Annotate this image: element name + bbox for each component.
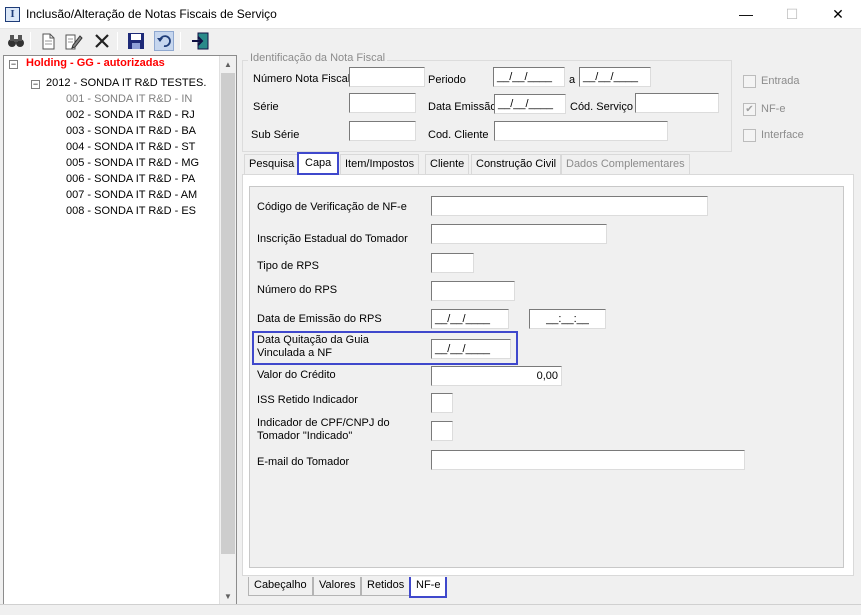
interface-label: Interface [761, 129, 804, 141]
tree-scrollbar[interactable]: ▲ ▼ [219, 56, 236, 605]
toolbar-separator [117, 32, 118, 50]
toolbar-separator [180, 32, 181, 50]
edit-icon[interactable] [63, 31, 83, 51]
tree-company[interactable]: 2012 - SONDA IT R&D TESTES. [46, 77, 206, 89]
bottom-tab-retidos[interactable]: Retidos [361, 577, 411, 596]
codigo-verificacao-input[interactable] [431, 196, 708, 216]
sub-serie-input[interactable] [349, 121, 416, 141]
tree-branch[interactable]: 003 - SONDA IT R&D - BA [66, 125, 196, 137]
sub-serie-label: Sub Série [251, 129, 300, 141]
tree-root[interactable]: Holding - GG - autorizadas [26, 57, 165, 69]
interface-checkbox[interactable] [743, 129, 756, 142]
codigo-verificacao-label: Código de Verificação de NF-e [257, 201, 407, 213]
cod-servico-label: Cód. Serviço [570, 101, 633, 113]
tab-dados-complementares[interactable]: Dados Complementares [561, 154, 690, 174]
cod-cliente-label: Cod. Cliente [428, 129, 489, 141]
data-emissao-rps-input[interactable]: __/__/____ [431, 309, 509, 329]
cod-servico-input[interactable] [635, 93, 719, 113]
scroll-up-icon[interactable]: ▲ [220, 56, 236, 73]
collapse-icon[interactable]: − [9, 60, 18, 69]
numero-nf-input[interactable] [349, 67, 425, 87]
indicador-cpf-input[interactable] [431, 421, 453, 441]
indicador-cpf-label-line2: Tomador "Indicado" [257, 430, 353, 442]
toolbar-separator [30, 32, 31, 50]
inscricao-estadual-input[interactable] [431, 224, 607, 244]
tree-branch-selected[interactable]: 001 - SONDA IT R&D - IN [66, 93, 192, 105]
data-emissao-label: Data Emissão [428, 101, 497, 113]
entrada-label: Entrada [761, 75, 800, 87]
tab-item-impostos[interactable]: Item/Impostos [340, 154, 420, 174]
cod-cliente-input[interactable] [494, 121, 668, 141]
title-bar: I Inclusão/Alteração de Notas Fiscais de… [0, 0, 861, 29]
tree-branch[interactable]: 007 - SONDA IT R&D - AM [66, 189, 197, 201]
numero-rps-label: Número do RPS [257, 284, 338, 296]
status-bar [0, 604, 861, 615]
iss-retido-input[interactable] [431, 393, 453, 413]
periodo-de-input[interactable]: __/__/____ [493, 67, 565, 87]
serie-input[interactable] [349, 93, 416, 113]
scroll-down-icon[interactable]: ▼ [220, 588, 236, 605]
close-button[interactable]: ✕ [815, 0, 861, 29]
tree-branch[interactable]: 008 - SONDA IT R&D - ES [66, 205, 196, 217]
groupbox-title: Identificação da Nota Fiscal [248, 52, 388, 64]
data-quitacao-label-line2: Vinculada a NF [257, 347, 333, 359]
tab-construcao-civil[interactable]: Construção Civil [471, 154, 562, 174]
data-quitacao-label-line1: Data Quitação da Guia [257, 334, 369, 346]
numero-nf-label: Número Nota Fiscal [253, 73, 351, 85]
data-emissao-rps-label: Data de Emissão do RPS [257, 313, 382, 325]
iss-retido-label: ISS Retido Indicador [257, 394, 358, 406]
tipo-rps-label: Tipo de RPS [257, 260, 319, 272]
email-tomador-label: E-mail do Tomador [257, 456, 350, 468]
periodo-ate-input[interactable]: __/__/____ [579, 67, 651, 87]
periodo-label: Periodo [428, 74, 466, 86]
collapse-icon[interactable]: − [31, 80, 40, 89]
inscricao-estadual-label: Inscrição Estadual do Tomador [257, 233, 408, 245]
serie-label: Série [253, 101, 279, 113]
numero-rps-input[interactable] [431, 281, 515, 301]
save-icon[interactable] [126, 31, 146, 51]
valor-credito-input[interactable]: 0,00 [431, 366, 562, 386]
window-title: Inclusão/Alteração de Notas Fiscais de S… [26, 7, 277, 21]
undo-icon[interactable] [154, 31, 174, 51]
valor-credito-label: Valor do Crédito [257, 369, 336, 381]
nfe-checkbox[interactable]: ✔ [743, 103, 756, 116]
tree-branch[interactable]: 004 - SONDA IT R&D - ST [66, 141, 195, 153]
nfe-label: NF-e [761, 103, 786, 115]
tab-pesquisa[interactable]: Pesquisa [244, 154, 300, 174]
hora-emissao-rps-input[interactable]: __:__:__ [529, 309, 606, 329]
tree-branch[interactable]: 006 - SONDA IT R&D - PA [66, 173, 195, 185]
maximize-button: ☐ [785, 6, 799, 22]
tree-branch[interactable]: 005 - SONDA IT R&D - MG [66, 157, 199, 169]
data-quitacao-input[interactable]: __/__/____ [431, 339, 511, 359]
bottom-tab-valores[interactable]: Valores [313, 577, 362, 596]
email-tomador-input[interactable] [431, 450, 745, 470]
periodo-a-label: a [569, 74, 576, 86]
new-document-icon[interactable] [38, 31, 58, 51]
toolbar [0, 29, 861, 53]
scroll-thumb[interactable] [221, 73, 235, 554]
tab-capa[interactable]: Capa [297, 152, 340, 175]
minimize-button[interactable]: — [723, 0, 769, 29]
data-quitacao-label: Data Quitação da Guia Vinculada a NF [257, 334, 369, 360]
tipo-rps-input[interactable] [431, 253, 474, 273]
bottom-tab-nfe[interactable]: NF-e [409, 577, 448, 598]
entrada-checkbox[interactable] [743, 75, 756, 88]
tree-branch[interactable]: 002 - SONDA IT R&D - RJ [66, 109, 195, 121]
indicador-cpf-label: Indicador de CPF/CNPJ do Tomador "Indica… [257, 417, 390, 443]
tab-cliente[interactable]: Cliente [425, 154, 470, 174]
indicador-cpf-label-line1: Indicador de CPF/CNPJ do [257, 417, 390, 429]
app-icon: I [5, 7, 20, 22]
exit-icon[interactable] [190, 31, 210, 51]
bottom-tab-cabecalho[interactable]: Cabeçalho [248, 577, 313, 596]
binoculars-icon[interactable] [6, 31, 26, 51]
delete-icon[interactable] [92, 31, 112, 51]
data-emissao-input[interactable]: __/__/____ [494, 94, 566, 114]
company-tree[interactable]: − Holding - GG - autorizadas − 2012 - SO… [3, 55, 237, 606]
